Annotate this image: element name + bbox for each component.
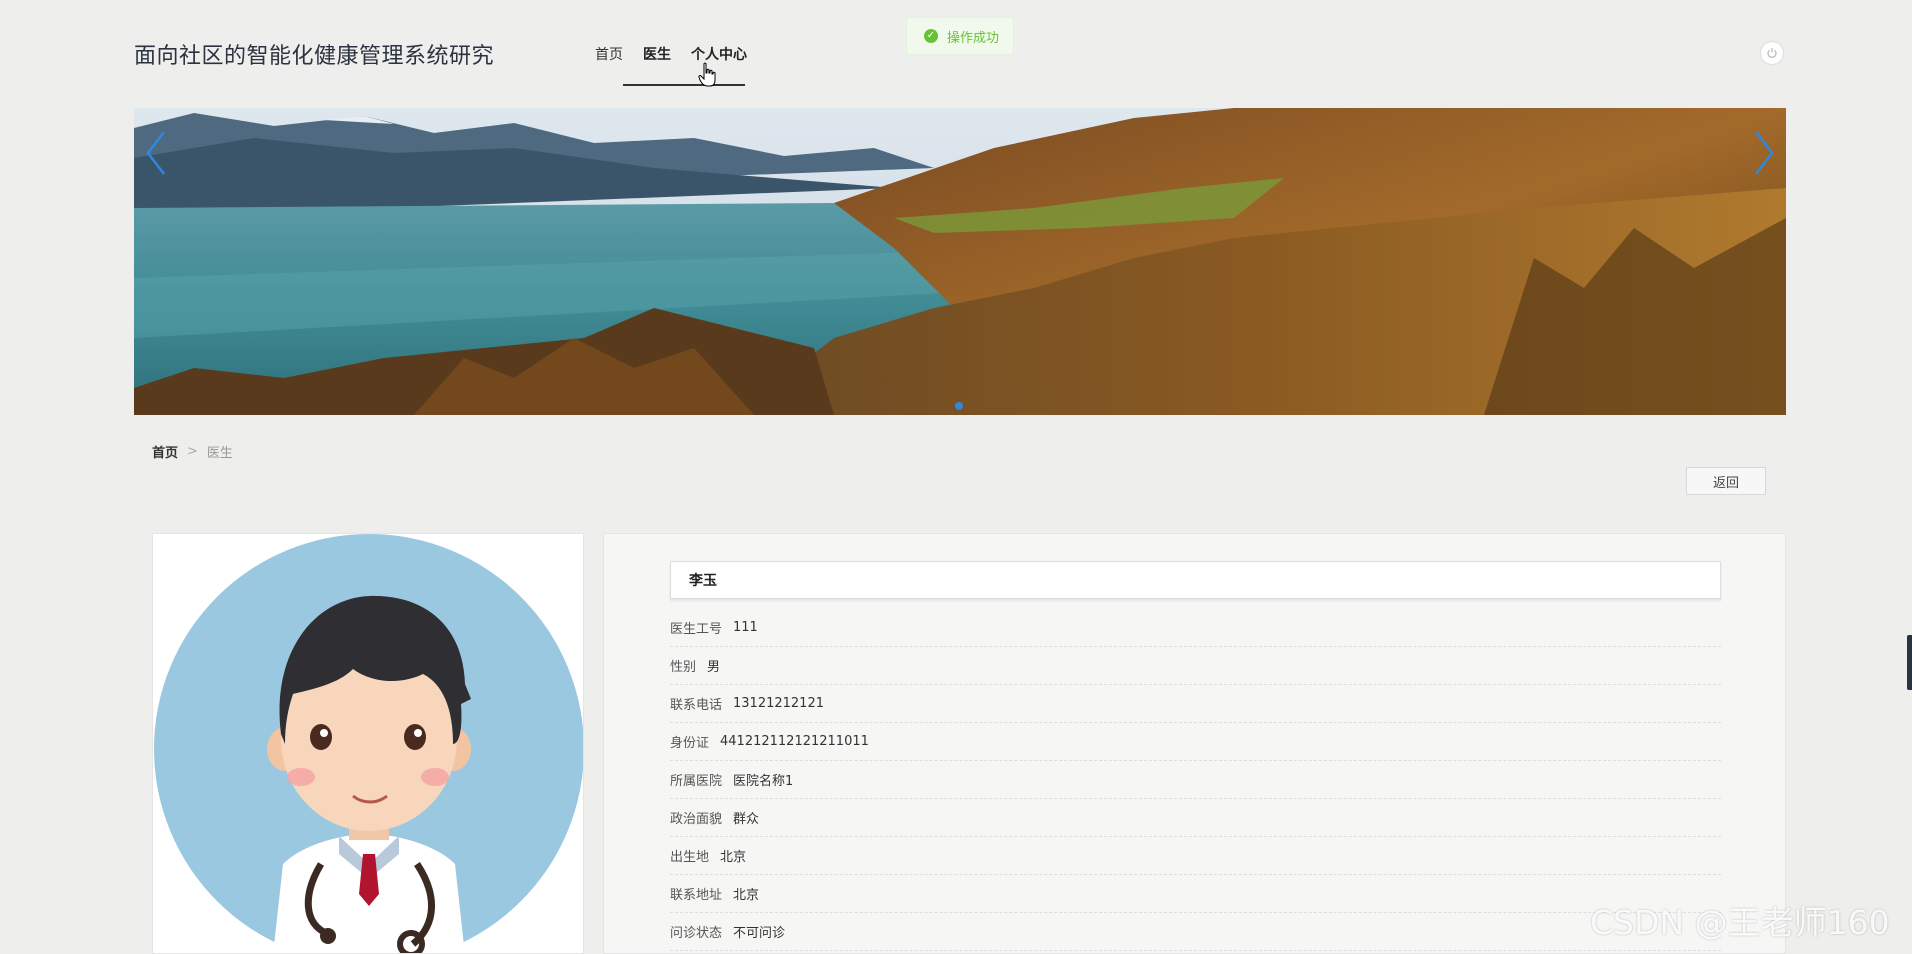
field-political-status: 政治面貌 群众 xyxy=(670,799,1721,837)
banner-carousel[interactable] xyxy=(134,108,1786,415)
toast-message: 操作成功 xyxy=(947,30,1000,46)
chevron-left-icon[interactable] xyxy=(142,128,172,178)
hand-cursor-icon xyxy=(698,62,716,87)
success-toast: ✓ 操作成功 xyxy=(906,17,1014,55)
power-icon xyxy=(1767,48,1777,58)
field-label: 问诊状态 xyxy=(670,926,723,941)
field-label: 出生地 xyxy=(670,850,710,865)
check-circle-icon: ✓ xyxy=(924,29,938,43)
field-value: 北京 xyxy=(733,888,760,903)
field-label: 所属医院 xyxy=(670,774,723,789)
field-doctor-id: 医生工号 111 xyxy=(670,609,1721,647)
scrollbar-thumb[interactable] xyxy=(1907,635,1912,690)
main-nav: 首页 医生 个人中心 xyxy=(585,44,757,64)
nav-home[interactable]: 首页 xyxy=(585,44,633,64)
field-label: 性别 xyxy=(670,660,697,675)
field-value: 441212112121211011 xyxy=(720,734,869,749)
field-value: 男 xyxy=(707,660,721,675)
field-value: 13121212121 xyxy=(733,696,824,711)
field-label: 政治面貌 xyxy=(670,812,723,827)
field-id-card: 身份证 441212112121211011 xyxy=(670,723,1721,761)
watermark: CSDN @王老师160 xyxy=(1590,903,1890,942)
breadcrumb-separator: > xyxy=(187,444,198,459)
doctor-name: 李玉 xyxy=(670,561,1721,599)
field-label: 身份证 xyxy=(670,736,710,751)
field-birthplace: 出生地 北京 xyxy=(670,837,1721,875)
logout-button[interactable] xyxy=(1761,42,1783,64)
field-label: 联系电话 xyxy=(670,698,723,713)
field-value: 111 xyxy=(733,620,758,635)
field-label: 医生工号 xyxy=(670,622,723,637)
field-consultation-status: 问诊状态 不可问诊 xyxy=(670,913,1721,951)
back-button[interactable]: 返回 xyxy=(1686,467,1766,495)
field-value: 医院名称1 xyxy=(733,774,794,789)
nav-personal-center[interactable]: 个人中心 xyxy=(681,44,757,64)
carousel-indicator-dot[interactable] xyxy=(955,402,963,410)
field-label: 联系地址 xyxy=(670,888,723,903)
banner-image xyxy=(134,108,1786,415)
field-phone: 联系电话 13121212121 xyxy=(670,685,1721,723)
field-gender: 性别 男 xyxy=(670,647,1721,685)
doctor-info-card: 李玉 医生工号 111 性别 男 联系电话 13121212121 身份证 44… xyxy=(603,533,1786,954)
nav-active-underline xyxy=(623,84,745,86)
doctor-avatar xyxy=(154,534,583,953)
field-value: 不可问诊 xyxy=(733,926,786,941)
field-hospital: 所属医院 医院名称1 xyxy=(670,761,1721,799)
breadcrumb-current: 医生 xyxy=(206,446,233,461)
site-title: 面向社区的智能化健康管理系统研究 xyxy=(134,44,495,69)
doctor-avatar-card xyxy=(152,533,584,954)
field-address: 联系地址 北京 xyxy=(670,875,1721,913)
breadcrumb: 首页 > 医生 xyxy=(152,442,233,461)
field-value: 群众 xyxy=(733,812,760,827)
chevron-right-icon[interactable] xyxy=(1748,128,1778,178)
breadcrumb-home[interactable]: 首页 xyxy=(152,442,178,461)
field-value: 北京 xyxy=(720,850,747,865)
nav-doctor[interactable]: 医生 xyxy=(633,44,681,64)
